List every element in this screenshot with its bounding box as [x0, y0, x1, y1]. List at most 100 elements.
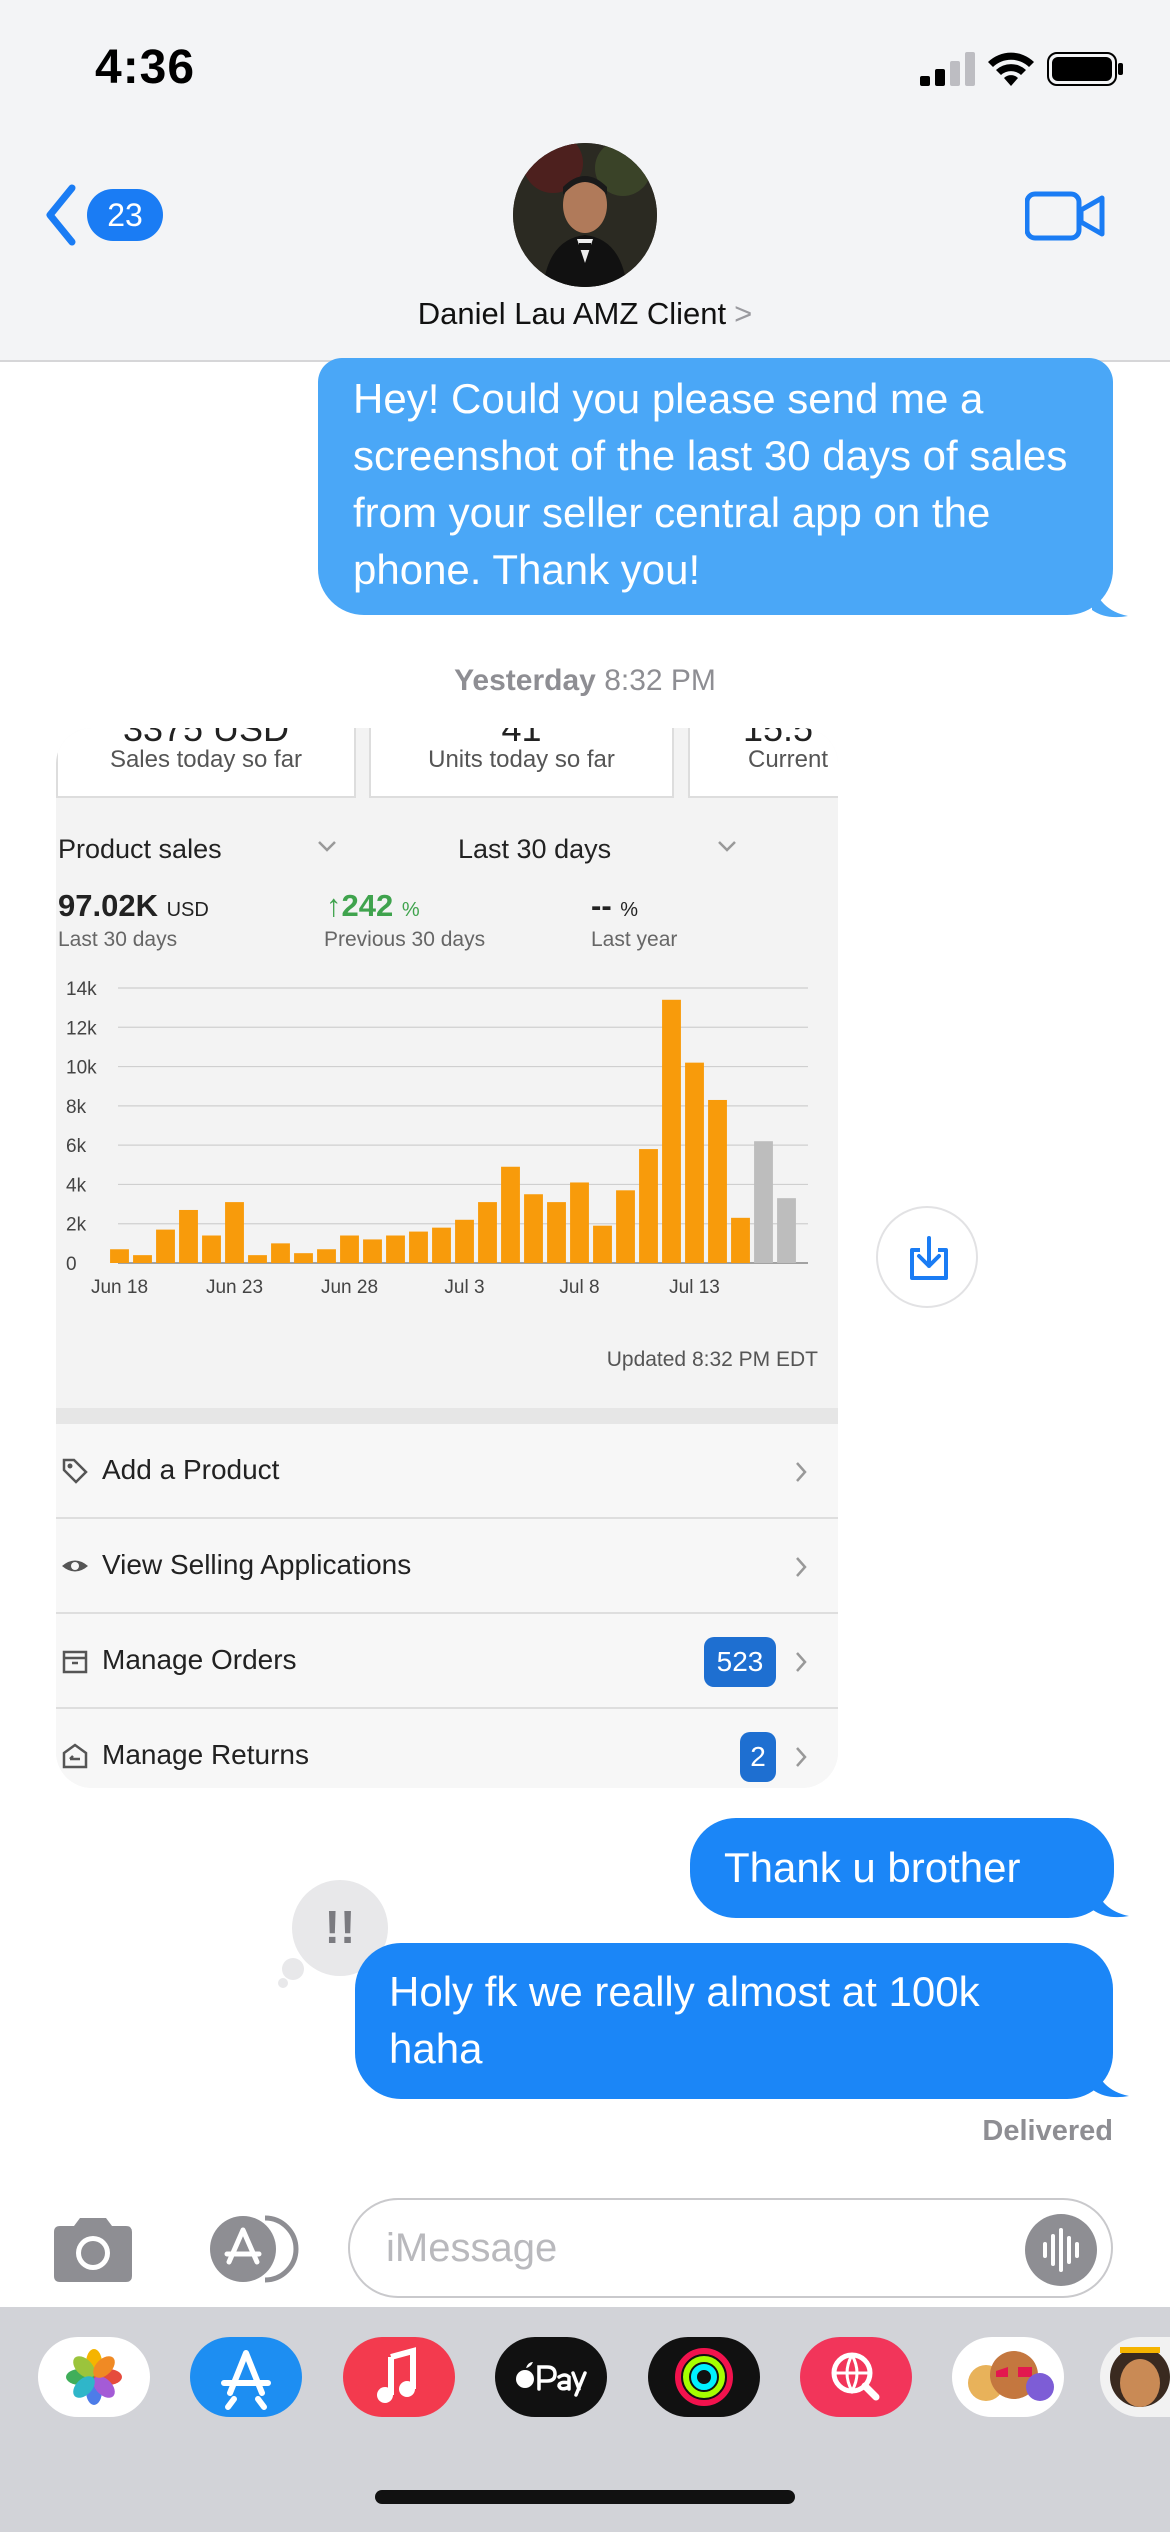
outgoing-message[interactable]: Thank u brother — [690, 1818, 1114, 1918]
photos-flower-glyph — [66, 2349, 122, 2405]
chevron-right-icon — [796, 1747, 807, 1767]
bubble-tail — [1092, 580, 1128, 618]
kpi-label: Sales today so far — [109, 746, 303, 773]
chart-bar — [179, 1209, 198, 1263]
contact-name-label: Daniel Lau AMZ Client — [417, 296, 727, 331]
memoji-faces-glyph — [968, 2351, 1054, 2401]
kpi-label: Units today so far — [428, 746, 615, 773]
message-input[interactable]: iMessage — [348, 2198, 1113, 2298]
fitness-app-icon[interactable] — [648, 2337, 760, 2417]
chart-bar — [156, 1229, 175, 1263]
chevron-right-icon — [796, 1462, 807, 1482]
message-text: Holy fk we really almost at 100k haha — [389, 1968, 980, 2072]
activity-rings-glyph — [675, 2348, 733, 2406]
return-box-icon — [62, 1743, 88, 1769]
message-text: Thank u brother — [724, 1844, 1021, 1891]
y-tick-label: 10k — [66, 1058, 97, 1079]
updated-timestamp: Updated 8:32 PM EDT — [606, 1348, 818, 1371]
chart-bar — [547, 1202, 566, 1263]
music-app-icon[interactable] — [343, 2337, 455, 2417]
memoji-app-icon[interactable] — [952, 2337, 1064, 2417]
chart-bar — [777, 1198, 796, 1263]
chart-bar — [685, 1062, 704, 1263]
double-exclamation-icon: !! — [324, 1901, 356, 1953]
kpi-card: 3375 USD Sales today so far — [56, 728, 356, 798]
tapback-dot — [282, 1958, 304, 1980]
photos-app-icon[interactable] — [38, 2337, 150, 2417]
outgoing-message[interactable]: Hey! Could you please send me a screensh… — [318, 358, 1113, 615]
x-tick-label: Jun 23 — [206, 1277, 263, 1298]
x-tick-label: Jul 8 — [559, 1277, 599, 1298]
chart-bar — [133, 1255, 152, 1263]
eye-icon — [62, 1560, 88, 1572]
memoji-sticker-glyph — [1110, 2347, 1170, 2407]
unread-count-badge: 23 — [87, 189, 163, 241]
y-tick-label: 14k — [66, 979, 97, 1000]
chart-bar — [478, 1202, 497, 1263]
chart-bar — [432, 1227, 451, 1263]
app-store-icon[interactable] — [195, 2214, 301, 2284]
menu-item-view-selling-applications: View Selling Applications — [56, 1519, 838, 1614]
orders-count-badge: 523 — [704, 1637, 776, 1687]
status-time: 4:36 — [95, 41, 196, 94]
globe-search-glyph — [831, 2352, 880, 2401]
sales-chart-panel: Product sales Last 30 days 97.02K USD La… — [56, 808, 838, 1383]
message-input-placeholder: iMessage — [386, 2226, 558, 2270]
chart-bar — [662, 999, 681, 1263]
memoji-stickers-app-icon[interactable] — [1100, 2337, 1170, 2417]
chevron-right-icon: > — [734, 296, 753, 331]
outgoing-message[interactable]: Holy fk we really almost at 100k haha — [355, 1943, 1113, 2099]
battery-icon — [1047, 52, 1123, 86]
apple-pay-glyph — [516, 2362, 587, 2397]
chart-bar — [202, 1235, 221, 1263]
message-text: Hey! Could you please send me a screensh… — [353, 375, 1068, 593]
chevron-right-icon — [796, 1652, 807, 1672]
chart-bar — [754, 1141, 773, 1263]
app-store-app-icon[interactable] — [190, 2337, 302, 2417]
home-indicator[interactable] — [375, 2490, 795, 2504]
apple-pay-app-icon[interactable] — [495, 2337, 607, 2417]
cellular-signal-icon — [920, 52, 975, 86]
contact-name[interactable]: Daniel Lau AMZ Client > — [0, 296, 1170, 332]
chart-bar — [317, 1249, 336, 1263]
contact-avatar[interactable] — [513, 143, 657, 287]
download-icon — [910, 1236, 948, 1280]
menu-item-label: View Selling Applications — [102, 1549, 412, 1580]
y-tick-label: 12k — [66, 1018, 97, 1039]
x-tick-label: Jul 3 — [444, 1277, 484, 1298]
chart-bar — [708, 1099, 727, 1263]
kpi-card: 15.5 Current — [688, 728, 838, 798]
chevron-left-icon — [46, 184, 76, 246]
menu-item-manage-orders: Manage Orders 523 — [56, 1614, 838, 1709]
chart-bar — [501, 1166, 520, 1263]
chart-bar — [271, 1243, 290, 1263]
menu-item-manage-returns: Manage Returns 2 — [56, 1709, 838, 1788]
menu-item-label: Manage Orders — [102, 1644, 297, 1675]
save-image-button[interactable] — [876, 1206, 978, 1308]
y-tick-label: 0 — [66, 1254, 77, 1275]
avatar-photo — [513, 143, 657, 287]
returns-count-badge: 2 — [740, 1732, 776, 1782]
bubble-tail — [1093, 1880, 1129, 1918]
chart-bar — [363, 1239, 382, 1263]
x-tick-label: Jun 18 — [91, 1277, 148, 1298]
timestamp-time: 8:32 PM — [604, 664, 716, 697]
wifi-icon — [988, 52, 1034, 86]
camera-icon[interactable] — [48, 2214, 138, 2284]
chart-bar — [455, 1219, 474, 1263]
audio-message-button[interactable] — [1025, 2214, 1097, 2286]
chart-bar — [616, 1190, 635, 1263]
chart-bar — [294, 1253, 313, 1263]
bubble-tail — [1093, 2060, 1129, 2098]
tag-icon — [62, 1458, 88, 1484]
video-call-icon[interactable] — [1025, 190, 1105, 242]
back-button[interactable]: 23 — [42, 180, 167, 250]
y-tick-label: 4k — [66, 1175, 87, 1196]
message-timestamp: Yesterday 8:32 PM — [0, 664, 1170, 698]
image-search-app-icon[interactable] — [800, 2337, 912, 2417]
screenshot-attachment[interactable]: 3375 USD Sales today so far 41 Units tod… — [56, 728, 838, 1788]
chevron-right-icon — [796, 1557, 807, 1577]
music-note-glyph — [377, 2347, 416, 2403]
chart-bar — [593, 1225, 612, 1263]
chart-bar — [570, 1182, 589, 1263]
